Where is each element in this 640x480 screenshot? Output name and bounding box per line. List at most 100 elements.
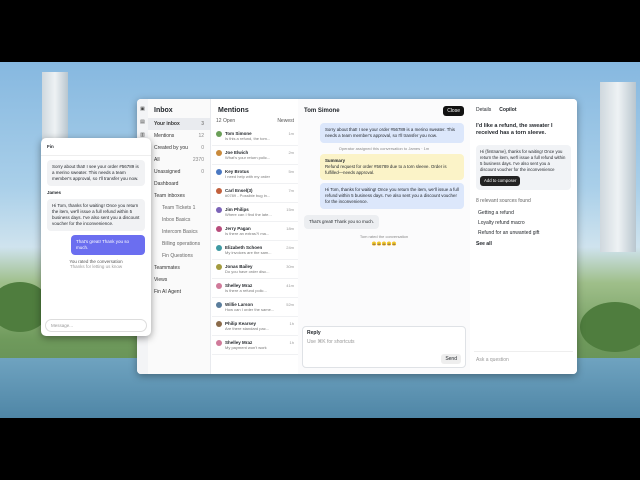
avatar (216, 283, 222, 289)
timestamp: 2m (288, 150, 294, 155)
source-link[interactable]: Getting a refund (470, 208, 577, 218)
reply-composer[interactable]: Reply Use ⌘K for shortcuts Send (302, 326, 466, 368)
conversation-title: Tom Simone (304, 108, 340, 114)
list-title: Mentions (218, 107, 249, 114)
reply-mode[interactable]: Reply (303, 327, 465, 339)
tab-copilot[interactable]: Copilot (499, 107, 516, 113)
message-preview: Is there an extras?I ma... (225, 231, 270, 236)
list-item[interactable]: Willie Larson How can I order the same...… (212, 298, 298, 317)
source-link[interactable]: Loyalty refund macro (470, 218, 577, 228)
timestamp: 30m (286, 264, 294, 269)
copilot-panel: Details Copilot I'd like a refund, the s… (470, 99, 577, 374)
inbox-icon[interactable]: ▣ (140, 107, 145, 112)
tree (580, 302, 640, 352)
timestamp: 1m (288, 131, 294, 136)
list-item[interactable]: Joe Elwich What's your return polic... 2m (212, 146, 298, 165)
timestamp: 24m (286, 245, 294, 250)
message-bubble: That's great! Thank you so much. (304, 215, 379, 229)
status-filter[interactable]: 12 Open (216, 118, 235, 124)
sidebar-item-all[interactable]: All 2370 (148, 154, 210, 166)
avatar (216, 264, 222, 270)
send-button[interactable]: Send (441, 354, 461, 364)
list-item[interactable]: Elizabeth Schoen My invoices are the sam.… (212, 241, 298, 260)
close-button[interactable]: Close (443, 106, 464, 116)
list-item[interactable]: Jerry Pagan Is there an extras?I ma... 18m (212, 222, 298, 241)
conversation-panel: Tom Simone Close Sorry about that! I see… (298, 99, 471, 374)
message-preview: My payment won't work (225, 345, 267, 350)
list-item[interactable]: Jonas Bailey Do you have order disc... 30m (212, 260, 298, 279)
message-preview: Are there standard pac... (225, 326, 270, 331)
sidebar-item-mentions[interactable]: Mentions 12 (148, 130, 210, 142)
see-all-link[interactable]: See all (470, 238, 577, 250)
avatar (216, 245, 222, 251)
avatar (216, 302, 222, 308)
timestamp: 52m (286, 302, 294, 307)
ask-question-input[interactable]: Ask a question (474, 351, 573, 368)
building (600, 82, 636, 252)
sidebar-section-fin[interactable]: Fin AI Agent (148, 286, 210, 298)
message-preview: What's your return polic... (225, 155, 271, 160)
source-link[interactable]: Refund for an unwanted gift (470, 228, 577, 238)
message-bubble: Sorry about that! I see your order #5678… (320, 123, 464, 143)
agent-name: James (47, 190, 62, 195)
message-preview: #0789 - Possible bug in... (225, 193, 271, 198)
list-item[interactable]: Shelley Mraz My payment won't work 1h (212, 336, 298, 355)
timestamp: 7m (288, 188, 294, 193)
sidebar-section-teammates[interactable]: Teammates (148, 262, 210, 274)
sidebar-item-unassigned[interactable]: Unassigned 0 (148, 166, 210, 178)
sidebar-item-team-inboxes[interactable]: Team inboxes (148, 190, 210, 202)
timestamp: 15m (286, 207, 294, 212)
team-inbox-item[interactable]: Fin Questions (148, 250, 210, 262)
copilot-answer: Hi {firstname}, thanks for waiting! Once… (476, 145, 571, 190)
sidebar-item-your-inbox[interactable]: Your inbox 3 (148, 118, 210, 130)
sidebar-section-views[interactable]: Views (148, 274, 210, 286)
message-preview: Is there a refund polic... (225, 288, 267, 293)
widget-title: Fin (41, 138, 151, 156)
rating-emojis: 😀😀😀😀😀 (371, 241, 397, 246)
sidebar-item-created[interactable]: Created by you 0 (148, 142, 210, 154)
avatar (216, 188, 222, 194)
rating-thanks: Thanks for letting us know (69, 264, 123, 269)
rating-note: Tom rated the conversation (359, 234, 409, 239)
avatar (216, 321, 222, 327)
list-item[interactable]: Philip Kearsey Are there standard pac... 1… (212, 317, 298, 336)
sources-label: 8 relevant sources found (476, 198, 531, 204)
message-preview: Is this a refund, the tom... (225, 136, 271, 141)
avatar (216, 207, 222, 213)
team-inbox-item[interactable]: Intercom Basics (148, 226, 210, 238)
message-bubble: Hi Tom, thanks for waiting! Once you ret… (320, 183, 464, 209)
list-item[interactable]: Key Brotus I need help with my order 5m (212, 165, 298, 184)
list-item[interactable]: Tom Simone Is this a refund, the tom... 1m (212, 127, 298, 146)
inbox-app-window: ▣ ▤ ▥ ◉ Inbox Your inbox3 Mentions12 Cre… (137, 99, 577, 374)
reply-input[interactable]: Use ⌘K for shortcuts (303, 339, 465, 345)
timestamp: 1h (289, 321, 294, 326)
list-item[interactable]: Shelley Mraz Is there a refund polic... 41… (212, 279, 298, 298)
system-note: Operator assigned this conversation to J… (338, 146, 430, 151)
list-item[interactable]: Carl Ensel(3) #0789 - Possible bug in... 7… (212, 184, 298, 203)
team-inbox-item[interactable]: Billing operations (148, 238, 210, 250)
sidebar-item-dashboard[interactable]: Dashboard (148, 178, 210, 190)
avatar (216, 150, 222, 156)
timestamp: 5m (288, 169, 294, 174)
sidebar-title: Inbox (154, 107, 173, 114)
add-to-composer-button[interactable]: Add to composer (480, 176, 521, 186)
team-inbox-item[interactable]: Team Tickets 1 (148, 202, 210, 214)
tab-details[interactable]: Details (476, 107, 491, 113)
message-preview: Where can I find the late... (225, 212, 272, 217)
avatar (216, 131, 222, 137)
team-inbox-item[interactable]: Inbox Basics (148, 214, 210, 226)
message-preview: Do you have order disc... (225, 269, 270, 274)
list-item[interactable]: Jim Philips Where can I find the late... 1… (212, 203, 298, 222)
agent-message: Hi Tom, thanks for waiting! Once you ret… (47, 199, 145, 231)
summary-card: Summary Refund request for order #56789 d… (320, 154, 464, 180)
inbox-sidebar: Inbox Your inbox 3 Mentions 12 Created by … (148, 99, 211, 374)
avatar (216, 169, 222, 175)
sort-dropdown[interactable]: Newest (277, 118, 294, 124)
book-icon[interactable]: ▤ (140, 120, 145, 125)
message-preview: How can I order the same... (225, 307, 275, 312)
message-input[interactable]: Message... (45, 319, 147, 332)
copilot-question: I'd like a refund, the sweater I receive… (476, 123, 553, 136)
avatar (216, 226, 222, 232)
timestamp: 1h (289, 340, 294, 345)
timestamp: 41m (286, 283, 294, 288)
